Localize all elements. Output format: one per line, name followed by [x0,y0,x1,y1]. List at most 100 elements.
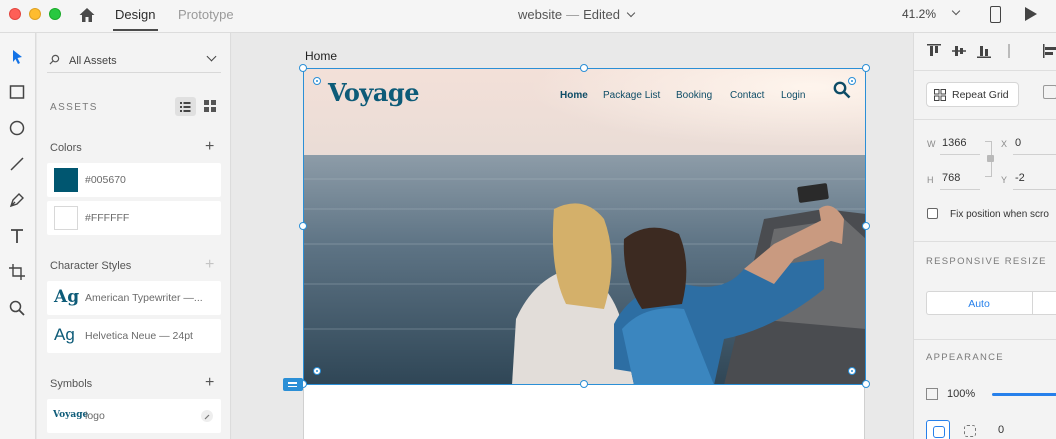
character-styles-heading: Character Styles [50,260,132,272]
zoom-tool-icon[interactable] [8,299,26,317]
color-label: #FFFFFF [85,212,130,224]
design-canvas[interactable]: Home Voyage Home Package List Booking Co… [232,33,913,439]
character-style-preview: Ag [54,325,75,344]
tools-toolbar [0,33,36,439]
auto-label: Auto [968,298,990,310]
y-label: Y [1001,175,1008,185]
align-bottom-icon[interactable] [976,43,992,59]
chevron-down-icon [626,8,636,18]
corner-radius-handle[interactable] [313,77,321,85]
home-icon[interactable] [78,6,96,24]
fix-position-label: Fix position when scro [950,209,1049,220]
selection-bounding-box [303,68,866,385]
character-style-label: Helvetica Neue — 24pt [85,330,193,342]
assets-filter[interactable]: All Assets [47,47,221,73]
character-style-item[interactable]: Ag American Typewriter —... [47,281,221,315]
align-left-icon[interactable] [1042,43,1056,59]
layer-group-tag[interactable] [283,378,303,391]
align-top-icon[interactable] [926,43,942,59]
ellipse-tool-icon[interactable] [8,119,26,137]
height-label: H [927,175,934,185]
responsive-manual-button[interactable] [1032,291,1056,315]
mobile-preview-icon[interactable] [990,6,1001,23]
select-tool-icon[interactable] [8,48,26,66]
document-title[interactable]: website — Edited [518,7,636,22]
mask-icon[interactable] [1043,85,1056,99]
symbol-item[interactable]: Voyage logo [47,399,221,433]
corner-radius-individual-button[interactable] [958,420,982,439]
x-field[interactable]: 0 [1015,137,1021,149]
artboard-label[interactable]: Home [305,49,337,63]
document-name: website [518,7,563,22]
tab-prototype[interactable]: Prototype [178,7,234,22]
corner-radius-handle[interactable] [313,367,321,375]
assets-heading: ASSETS [50,102,98,113]
align-middle-icon[interactable] [951,43,967,59]
artboard-tool-icon[interactable] [8,263,26,281]
corner-radius-all-button[interactable] [926,420,950,439]
resize-handle-top-right[interactable] [862,64,870,72]
zoom-level[interactable]: 41.2% [902,7,936,21]
appearance-heading: APPEARANCE [926,352,1004,363]
resize-handle-right[interactable] [862,222,870,230]
opacity-field[interactable]: 100% [947,388,975,400]
lock-icon[interactable] [987,155,994,162]
color-asset-item[interactable]: #FFFFFF [47,201,221,235]
add-color-button[interactable]: + [205,139,214,155]
character-style-item[interactable]: Ag Helvetica Neue — 24pt [47,319,221,353]
responsive-auto-button[interactable]: Auto [926,291,1032,315]
rectangle-tool-icon[interactable] [8,83,26,101]
list-view-button[interactable] [175,97,196,116]
maximize-window-button[interactable] [49,8,61,20]
symbol-preview: Voyage [53,410,89,420]
divider [914,119,1056,120]
document-status: Edited [583,7,620,22]
width-field[interactable]: 1366 [942,137,966,149]
repeat-grid-label: Repeat Grid [952,89,1009,101]
tab-design[interactable]: Design [115,7,155,22]
symbols-heading: Symbols [50,378,93,390]
resize-handle-bottom-right[interactable] [862,380,870,388]
assets-filter-label: All Assets [69,55,117,67]
minimize-window-button[interactable] [29,8,41,20]
add-symbol-button[interactable]: + [205,375,214,391]
corner-radius-handle[interactable] [848,77,856,85]
resize-handle-top[interactable] [580,64,588,72]
title-bar: Design Prototype website — Edited 41.2% [0,0,1056,33]
color-asset-item[interactable]: #005670 [47,163,221,197]
responsive-resize-heading: RESPONSIVE RESIZE [926,256,1047,267]
opacity-slider[interactable] [992,393,1056,396]
resize-handle-bottom[interactable] [580,380,588,388]
distribute-vertical-icon[interactable] [1001,43,1017,59]
fix-position-checkbox[interactable] [927,208,938,219]
text-tool-icon[interactable] [8,227,26,245]
height-underline [940,189,980,190]
symbol-label: logo [85,410,105,422]
pen-tool-icon[interactable] [8,191,26,209]
play-preview-icon[interactable] [1025,7,1037,21]
resize-handle-left[interactable] [299,222,307,230]
search-icon [49,54,60,65]
corner-radius-field[interactable]: 0 [998,424,1004,436]
color-swatch [54,206,78,230]
repeat-grid-button[interactable]: Repeat Grid [926,82,1019,107]
document-separator: — [566,7,580,22]
line-tool-icon[interactable] [8,155,26,173]
add-character-style-button[interactable]: + [205,257,214,273]
link-icon[interactable] [201,410,213,422]
width-label: W [927,139,936,149]
corner-radius-handle[interactable] [848,367,856,375]
close-window-button[interactable] [9,8,21,20]
grid-view-icon[interactable] [204,100,216,112]
resize-handle-top-left[interactable] [299,64,307,72]
list-view-icon [180,102,191,112]
assets-panel: All Assets ASSETS Colors + #005670 #FFFF… [37,33,231,439]
divider [914,339,1056,340]
colors-heading: Colors [50,142,82,154]
opacity-icon [926,388,938,400]
height-field[interactable]: 768 [942,172,960,184]
y-field[interactable]: -2 [1015,172,1025,184]
character-style-label: American Typewriter —... [85,292,203,304]
chevron-down-icon [206,51,217,62]
zoom-chevron-down-icon[interactable] [951,6,961,16]
